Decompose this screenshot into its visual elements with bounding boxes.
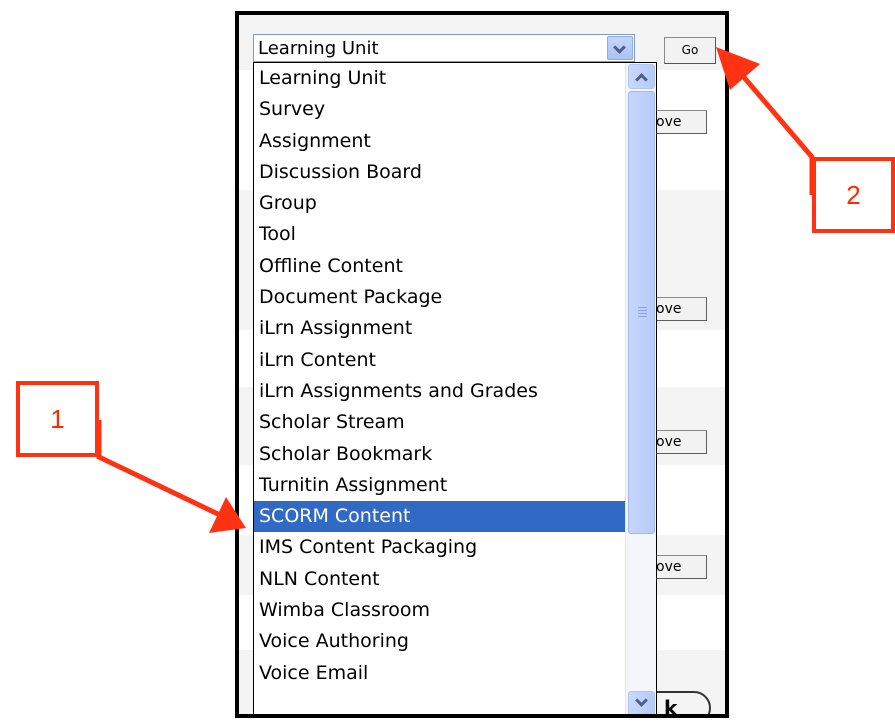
- callout-1-arrow: [96, 420, 222, 518]
- annotation-callout-2: 2: [812, 157, 895, 233]
- annotation-callout-1: 1: [16, 381, 99, 457]
- callout-2-arrow: [740, 73, 815, 195]
- annotation-arrows: [96, 47, 815, 533]
- arrow-head: [716, 47, 760, 90]
